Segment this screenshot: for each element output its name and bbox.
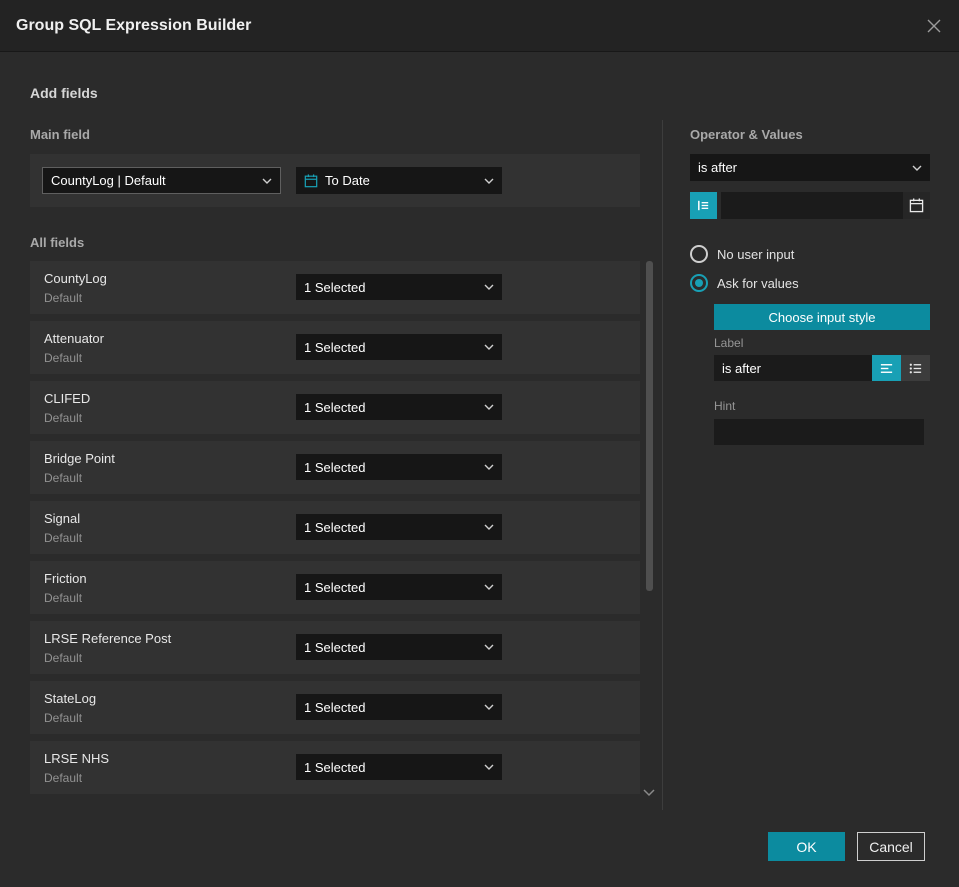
main-field-select[interactable]: CountyLog | Default <box>42 167 281 194</box>
chevron-down-icon <box>484 584 494 590</box>
field-name: Signal <box>44 511 81 526</box>
field-layer: Default <box>44 471 83 485</box>
field-name: Attenuator <box>44 331 104 346</box>
input-style-list-button[interactable] <box>901 355 930 381</box>
field-row: CLIFED Default 1 Selected <box>30 381 640 434</box>
hint-caption: Hint <box>714 399 736 413</box>
field-layer: Default <box>44 711 83 725</box>
label-input[interactable] <box>714 355 872 381</box>
operator-select[interactable]: is after <box>690 154 930 181</box>
all-fields-list: CountyLog Default 1 Selected Attenuator … <box>30 261 640 794</box>
scroll-down-icon[interactable] <box>643 784 655 802</box>
radio-label: No user input <box>717 246 795 262</box>
chevron-down-icon <box>484 704 494 710</box>
field-selection-select[interactable]: 1 Selected <box>296 454 502 480</box>
vertical-divider <box>662 120 663 810</box>
label-caption: Label <box>714 336 744 350</box>
field-row: Bridge Point Default 1 Selected <box>30 441 640 494</box>
chevron-down-icon <box>484 524 494 530</box>
field-row: LRSE NHS Default 1 Selected <box>30 741 640 794</box>
field-row: Signal Default 1 Selected <box>30 501 640 554</box>
all-fields-label: All fields <box>30 235 85 250</box>
field-layer: Default <box>44 591 83 605</box>
dialog-title: Group SQL Expression Builder <box>16 17 252 34</box>
field-name: LRSE NHS <box>44 751 110 766</box>
chevron-down-icon <box>912 165 922 171</box>
calendar-icon <box>304 173 318 187</box>
field-layer: Default <box>44 411 83 425</box>
value-input-mode-button[interactable] <box>690 192 717 219</box>
single-line-input-icon <box>880 363 893 373</box>
field-name: Friction <box>44 571 87 586</box>
main-field-value-type-select[interactable]: To Date <box>296 167 502 194</box>
chevron-down-icon <box>484 344 494 350</box>
field-row: CountyLog Default 1 Selected <box>30 261 640 314</box>
list-input-icon <box>909 363 922 373</box>
close-button[interactable] <box>923 15 945 37</box>
chevron-down-icon <box>484 404 494 410</box>
field-selection-select[interactable]: 1 Selected <box>296 694 502 720</box>
field-layer: Default <box>44 291 83 305</box>
field-selection-select[interactable]: 1 Selected <box>296 514 502 540</box>
radio-no-user-input[interactable]: No user input <box>690 245 794 263</box>
chevron-down-icon <box>484 284 494 290</box>
chevron-down-icon <box>484 464 494 470</box>
scrollbar-thumb[interactable] <box>646 261 653 591</box>
group-sql-expression-builder-dialog: Group SQL Expression Builder Add fields … <box>0 0 959 887</box>
radio-icon <box>690 245 708 263</box>
field-row: StateLog Default 1 Selected <box>30 681 640 734</box>
dialog-header: Group SQL Expression Builder <box>0 0 959 52</box>
field-selection-select[interactable]: 1 Selected <box>296 574 502 600</box>
radio-ask-for-values[interactable]: Ask for values <box>690 274 799 292</box>
calendar-icon <box>909 198 924 213</box>
radio-label: Ask for values <box>717 275 799 291</box>
main-field-panel: CountyLog | Default To Date <box>30 154 640 207</box>
chevron-down-icon <box>484 764 494 770</box>
field-selection-select[interactable]: 1 Selected <box>296 634 502 660</box>
radio-selected-icon <box>690 274 708 292</box>
ok-button[interactable]: OK <box>768 832 845 861</box>
manual-value-icon <box>698 200 709 211</box>
field-selection-select[interactable]: 1 Selected <box>296 334 502 360</box>
chevron-down-icon <box>484 644 494 650</box>
cancel-button[interactable]: Cancel <box>857 832 925 861</box>
field-row: Attenuator Default 1 Selected <box>30 321 640 374</box>
field-name: CountyLog <box>44 271 107 286</box>
chevron-down-icon <box>484 178 494 184</box>
field-selection-select[interactable]: 1 Selected <box>296 274 502 300</box>
date-value-input[interactable] <box>721 192 903 219</box>
main-field-label: Main field <box>30 127 90 142</box>
field-layer: Default <box>44 771 83 785</box>
field-selection-select[interactable]: 1 Selected <box>296 754 502 780</box>
field-row: Friction Default 1 Selected <box>30 561 640 614</box>
close-icon <box>927 19 941 33</box>
field-name: Bridge Point <box>44 451 115 466</box>
date-picker-button[interactable] <box>903 192 930 219</box>
field-selection-select[interactable]: 1 Selected <box>296 394 502 420</box>
field-layer: Default <box>44 651 83 665</box>
chevron-down-icon <box>262 178 272 184</box>
field-layer: Default <box>44 351 83 365</box>
field-layer: Default <box>44 531 83 545</box>
field-name: LRSE Reference Post <box>44 631 172 646</box>
hint-input[interactable] <box>714 419 924 445</box>
field-name: CLIFED <box>44 391 91 406</box>
field-name: StateLog <box>44 691 97 706</box>
input-style-single-button[interactable] <box>872 355 901 381</box>
choose-input-style-button[interactable]: Choose input style <box>714 304 930 330</box>
add-fields-heading: Add fields <box>30 85 98 101</box>
field-row: LRSE Reference Post Default 1 Selected <box>30 621 640 674</box>
operator-values-label: Operator & Values <box>690 127 803 142</box>
